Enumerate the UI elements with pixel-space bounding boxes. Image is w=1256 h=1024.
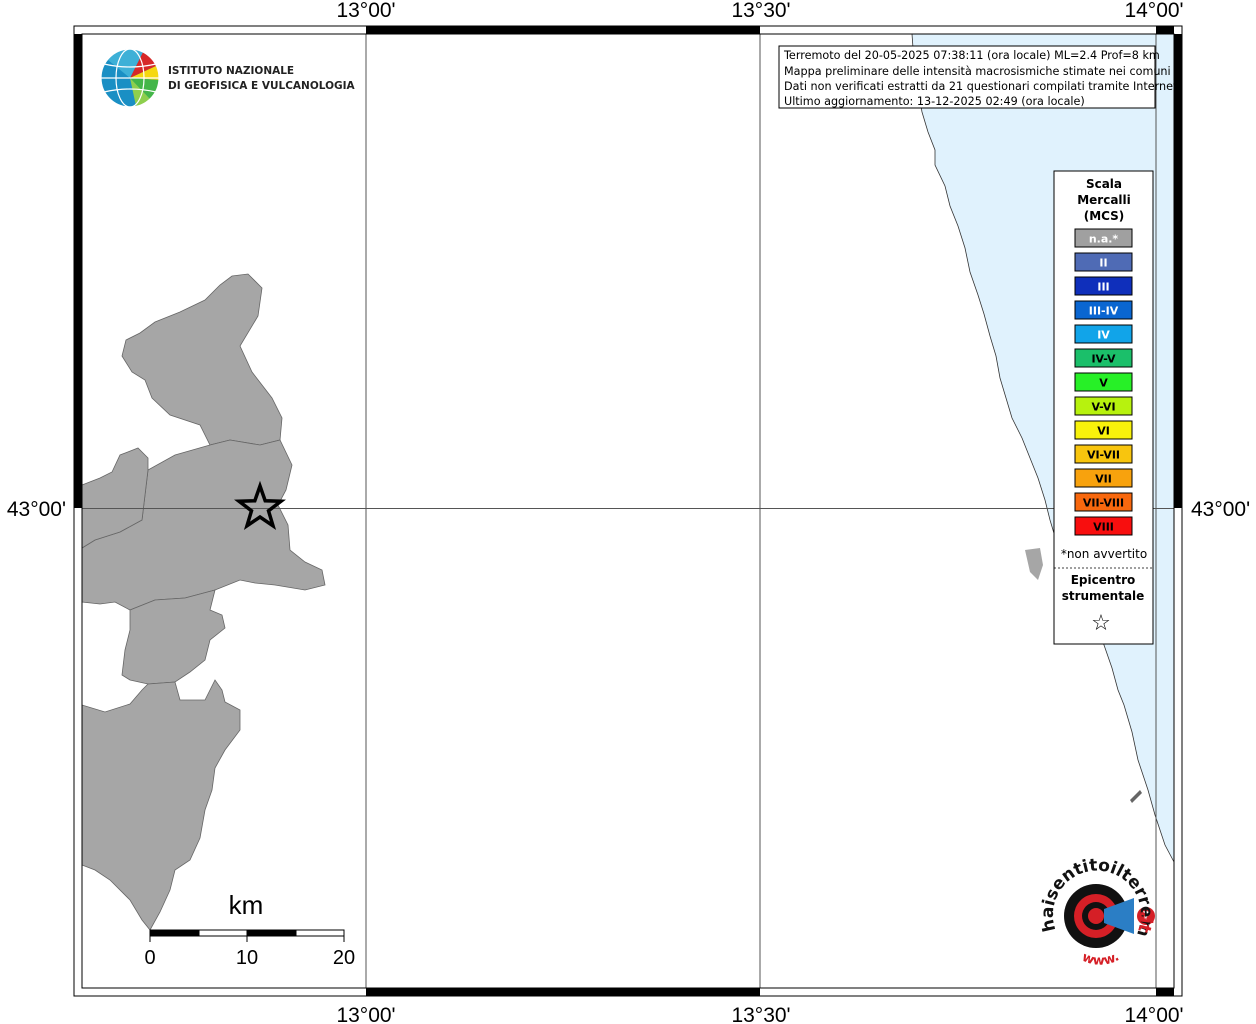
scale-seg-1 (149, 929, 200, 937)
scale-unit: km (229, 890, 264, 920)
lat-label-right: 43°00' (1191, 498, 1250, 521)
ingv-name-line2: DI GEOFISICA E VULCANOLOGIA (168, 80, 356, 92)
legend-swatch-label: IV (1097, 329, 1110, 342)
lon-label-bottom-13-00: 13°00' (336, 1004, 395, 1024)
info-line-description: Mappa preliminare delle intensità macros… (784, 65, 1171, 78)
legend-swatch-label: IV-V (1091, 353, 1116, 366)
ingv-name-line1: ISTITUTO NAZIONALE (168, 65, 294, 77)
frame-bar-left (74, 34, 82, 508)
frame-bar-bottom-2 (1156, 988, 1174, 996)
legend-swatch-label: VII (1095, 473, 1112, 486)
legend-swatch-label: II (1099, 257, 1107, 270)
lon-label-top-14-00: 14°00' (1124, 0, 1183, 22)
legend-swatch-label: VIII (1093, 521, 1114, 534)
legend-title-line1: Scala (1086, 177, 1122, 191)
scale-label-20: 20 (333, 947, 355, 969)
legend-swatch-label: VII-VIII (1083, 497, 1124, 510)
info-box: Terremoto del 20-05-2025 07:38:11 (ora l… (778, 45, 1181, 109)
legend-swatch-label: n.a.* (1089, 233, 1119, 246)
info-line-event: Terremoto del 20-05-2025 07:38:11 (ora l… (783, 49, 1160, 62)
hs-ring-core-icon (1088, 908, 1104, 924)
legend-swatch-label: V (1099, 377, 1108, 390)
legend-swatch-label: III (1097, 281, 1109, 294)
frame-bar-bottom-1 (366, 988, 760, 996)
legend-swatch-label: V-VI (1091, 401, 1115, 414)
macroseismic-map: 13°00' 13°30' 14°00' 13°00' 13°30' 14°00… (0, 0, 1250, 1024)
legend-note: *non avvertito (1061, 547, 1147, 561)
scale-seg-2 (198, 929, 248, 937)
info-line-data-source: Dati non verificati estratti da 21 quest… (784, 80, 1181, 93)
frame-bar-top-2 (1156, 26, 1174, 34)
legend-swatch-label: III-IV (1089, 305, 1119, 318)
lon-label-top-13-30: 13°30' (731, 0, 790, 22)
mcs-legend: Scala Mercalli (MCS) n.a.*IIIIIIII-IVIVI… (1053, 170, 1154, 645)
scale-seg-4 (295, 929, 345, 937)
lon-label-bottom-14-00: 14°00' (1124, 1004, 1183, 1024)
legend-title-line3: (MCS) (1084, 209, 1125, 223)
scale-label-0: 0 (144, 947, 155, 969)
info-line-updated: Ultimo aggiornamento: 13-12-2025 02:49 (… (784, 95, 1085, 108)
legend-swatch-label: VI-VII (1087, 449, 1120, 462)
legend-title-line2: Mercalli (1077, 193, 1131, 207)
lon-label-top-13-00: 13°00' (336, 0, 395, 22)
lon-label-bottom-13-30: 13°30' (731, 1004, 790, 1024)
legend-epicenter-line2: strumentale (1062, 589, 1145, 603)
lat-label-left: 43°00' (7, 498, 66, 521)
legend-epicenter-line1: Epicentro (1071, 573, 1136, 587)
scale-label-10: 10 (236, 947, 258, 969)
frame-bar-top-1 (366, 26, 760, 34)
frame-bar-right (1174, 34, 1182, 508)
scale-seg-3 (246, 929, 297, 937)
legend-swatch-label: VI (1097, 425, 1110, 438)
legend-epicenter-star-icon: ☆ (1091, 611, 1111, 636)
